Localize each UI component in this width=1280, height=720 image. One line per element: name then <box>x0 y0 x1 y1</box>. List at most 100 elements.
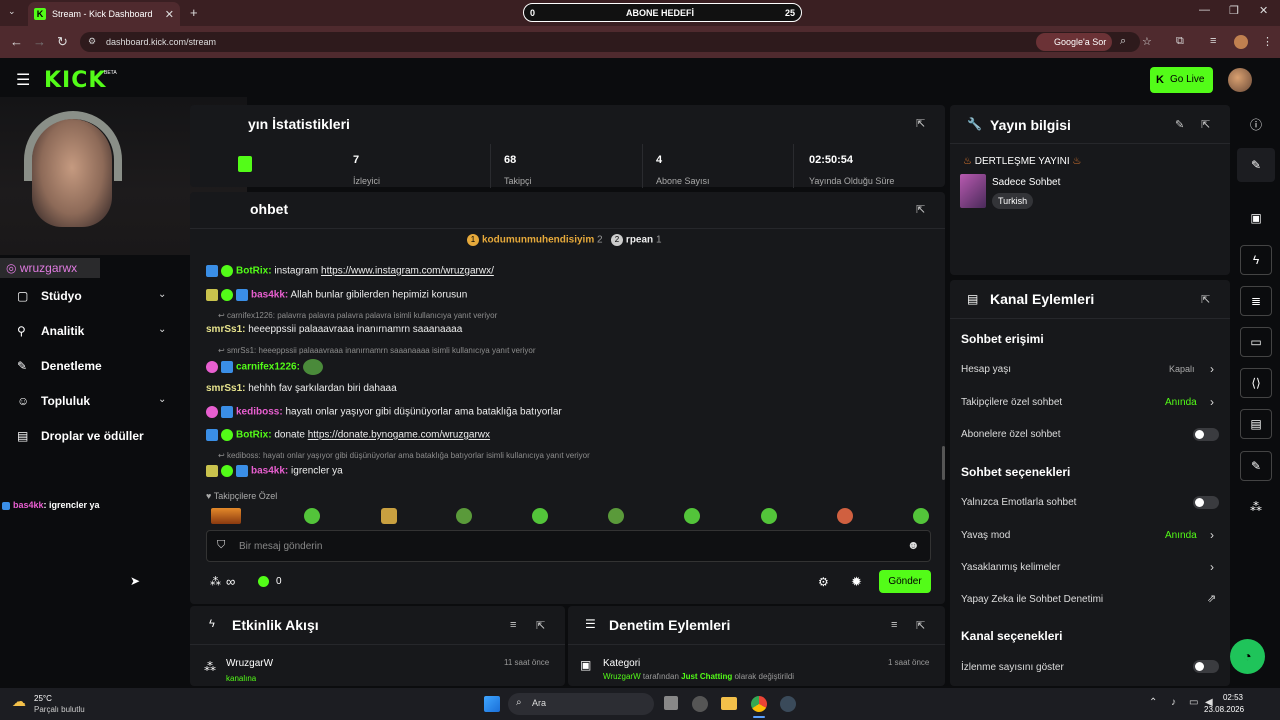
subs-chat-toggle[interactable] <box>1193 428 1219 441</box>
account-age-label[interactable]: Hesap yaşı <box>961 364 1011 375</box>
popout-icon[interactable]: ⇱ <box>536 619 545 632</box>
kick-logo[interactable]: KICK <box>44 68 106 93</box>
go-live-button[interactable]: K Go Live <box>1150 67 1213 93</box>
sidebar-item-moderation[interactable]: Denetleme <box>41 359 102 373</box>
new-tab-button[interactable]: + <box>190 5 198 20</box>
chat-username[interactable]: BotRix: <box>236 266 272 277</box>
steam-icon[interactable] <box>780 696 796 712</box>
chat-username[interactable]: bas4kk: <box>251 290 288 301</box>
emote-icon[interactable] <box>837 508 853 524</box>
chat-username[interactable]: smrSs1: <box>206 324 245 335</box>
gifter-1-name[interactable]: kodumunmuhendisiyim <box>482 235 594 246</box>
restore-icon[interactable]: ❐ <box>1229 4 1239 17</box>
close-tab-icon[interactable]: ✕ <box>165 8 174 21</box>
support-chat-button[interactable]: ◔ <box>1230 639 1265 674</box>
chat-rail-icon[interactable]: ▭ <box>1240 327 1272 357</box>
view-count-toggle[interactable] <box>1193 660 1219 673</box>
tab-list-icon[interactable]: ⌄ <box>8 6 16 17</box>
chat-link[interactable]: https://www.instagram.com/wruzgarwx/ <box>321 266 494 277</box>
emoji-picker-icon[interactable]: ☻ <box>907 538 920 552</box>
microphone-icon[interactable]: ♪ <box>1171 697 1176 708</box>
moderation-item[interactable]: Kategori <box>603 658 640 669</box>
chevron-down-icon[interactable]: ⌄ <box>158 324 166 335</box>
chevron-down-icon[interactable]: ⌄ <box>158 289 166 300</box>
zoom-icon[interactable]: ⌕ <box>1120 35 1126 48</box>
edit-icon[interactable]: ✎ <box>1175 118 1184 131</box>
wrench-rail-icon[interactable]: ✎ <box>1240 451 1272 481</box>
weather-temp[interactable]: 25°C <box>34 694 52 703</box>
app-icon[interactable] <box>692 696 708 712</box>
google-sor-button[interactable]: Google'a Sor <box>1036 33 1112 51</box>
lightning-rail-icon[interactable]: ϟ <box>1240 245 1272 275</box>
popout-icon[interactable]: ⇱ <box>916 619 925 632</box>
popout-icon[interactable]: ⇱ <box>916 117 925 130</box>
video-icon[interactable]: ▣ <box>1240 203 1272 233</box>
banned-words-label[interactable]: Yasaklanmış kelimeler <box>961 562 1060 573</box>
chat-username[interactable]: BotRix: <box>236 430 272 441</box>
list-rail-icon[interactable]: ≣ <box>1240 286 1272 316</box>
file-explorer-icon[interactable] <box>721 697 737 710</box>
reload-icon[interactable]: ↻ <box>57 34 68 50</box>
ai-moderation-label[interactable]: Yapay Zeka ile Sohbet Denetimi <box>961 594 1103 605</box>
emote-icon[interactable] <box>684 508 700 524</box>
more-menu-icon[interactable]: ⋮ <box>1262 35 1273 48</box>
chevron-down-icon[interactable]: ⌄ <box>158 394 166 405</box>
chrome-icon[interactable] <box>751 696 767 712</box>
settings-icon[interactable]: ⚙ <box>818 575 829 589</box>
popout-icon[interactable]: ⇱ <box>1201 293 1210 306</box>
gifter-2-name[interactable]: rpean <box>626 235 653 246</box>
emote-icon[interactable] <box>304 508 320 524</box>
followers-chat-label[interactable]: Takipçilere özel sohbet <box>961 397 1062 408</box>
fire-emote-icon[interactable] <box>211 508 241 524</box>
chat-username[interactable]: kediboss: <box>236 407 283 418</box>
chat-input[interactable]: ⛉ Bir mesaj gönderin ☻ <box>206 530 931 562</box>
channel-points-icon[interactable]: ⁂ <box>210 575 221 588</box>
slow-mode-label[interactable]: Yavaş mod <box>961 530 1010 541</box>
media-icon[interactable]: ≡ <box>1210 35 1216 47</box>
windows-start-icon[interactable] <box>484 696 500 712</box>
url-input[interactable]: dashboard.kick.com/stream <box>80 32 1140 52</box>
filter-icon[interactable]: ≡ <box>510 619 516 631</box>
bot-icon[interactable]: ✹ <box>851 574 862 590</box>
emote-icon[interactable] <box>456 508 472 524</box>
emote-icon[interactable] <box>381 508 397 524</box>
chat-scrollbar[interactable] <box>942 446 945 480</box>
activity-user[interactable]: WruzgarW <box>226 658 273 669</box>
chevron-right-icon[interactable]: › <box>1210 362 1214 376</box>
emote-icon[interactable] <box>608 508 624 524</box>
sidebar-item-drops[interactable]: Droplar ve ödüller <box>41 429 144 443</box>
card-rail-icon[interactable]: ▤ <box>1240 409 1272 439</box>
chat-username[interactable]: bas4kk: <box>251 466 288 477</box>
emote-only-toggle[interactable] <box>1193 496 1219 509</box>
hamburger-menu-icon[interactable]: ☰ <box>16 70 30 90</box>
stream-category[interactable]: Sadece Sohbet <box>992 177 1060 188</box>
popout-icon[interactable]: ⇱ <box>1201 118 1210 131</box>
site-info-icon[interactable]: ⚙ <box>88 36 96 47</box>
sidebar-item-studio[interactable]: Stüdyo <box>41 289 82 303</box>
sidebar-item-analytics[interactable]: Analitik <box>41 324 84 338</box>
taskbar-search[interactable]: ⌕ Ara <box>508 693 654 715</box>
chat-username[interactable]: carnifex1226: <box>236 362 300 373</box>
sidebar-item-community[interactable]: Topluluk <box>41 394 90 408</box>
send-button[interactable]: Gönder <box>879 570 931 593</box>
edit-rail-icon[interactable]: ✎ <box>1240 150 1272 180</box>
emote-icon[interactable] <box>913 508 929 524</box>
emote-icon[interactable] <box>532 508 548 524</box>
popout-icon[interactable]: ⇱ <box>916 203 925 216</box>
clock-time[interactable]: 02:53 <box>1220 693 1246 702</box>
minimize-icon[interactable]: — <box>1199 4 1210 16</box>
chevron-right-icon[interactable]: › <box>1210 528 1214 542</box>
code-rail-icon[interactable]: ⟨⟩ <box>1240 368 1272 398</box>
close-window-icon[interactable]: ✕ <box>1259 4 1268 17</box>
profile-icon[interactable] <box>1234 35 1248 49</box>
bookmark-star-icon[interactable]: ☆ <box>1142 35 1152 48</box>
back-icon[interactable]: ← <box>10 34 23 49</box>
community-rail-icon[interactable]: ⁂ <box>1240 492 1272 522</box>
avatar[interactable] <box>1228 68 1252 92</box>
chat-link[interactable]: https://donate.bynogame.com/wruzgarwx <box>308 430 490 441</box>
network-icon[interactable]: ▭ <box>1189 697 1198 708</box>
browser-tab[interactable]: K Stream - Kick Dashboard ✕ <box>28 2 180 26</box>
chevron-right-icon[interactable]: › <box>1210 395 1214 409</box>
external-link-icon[interactable]: ⇗ <box>1207 592 1216 605</box>
task-view-icon[interactable] <box>664 696 678 710</box>
